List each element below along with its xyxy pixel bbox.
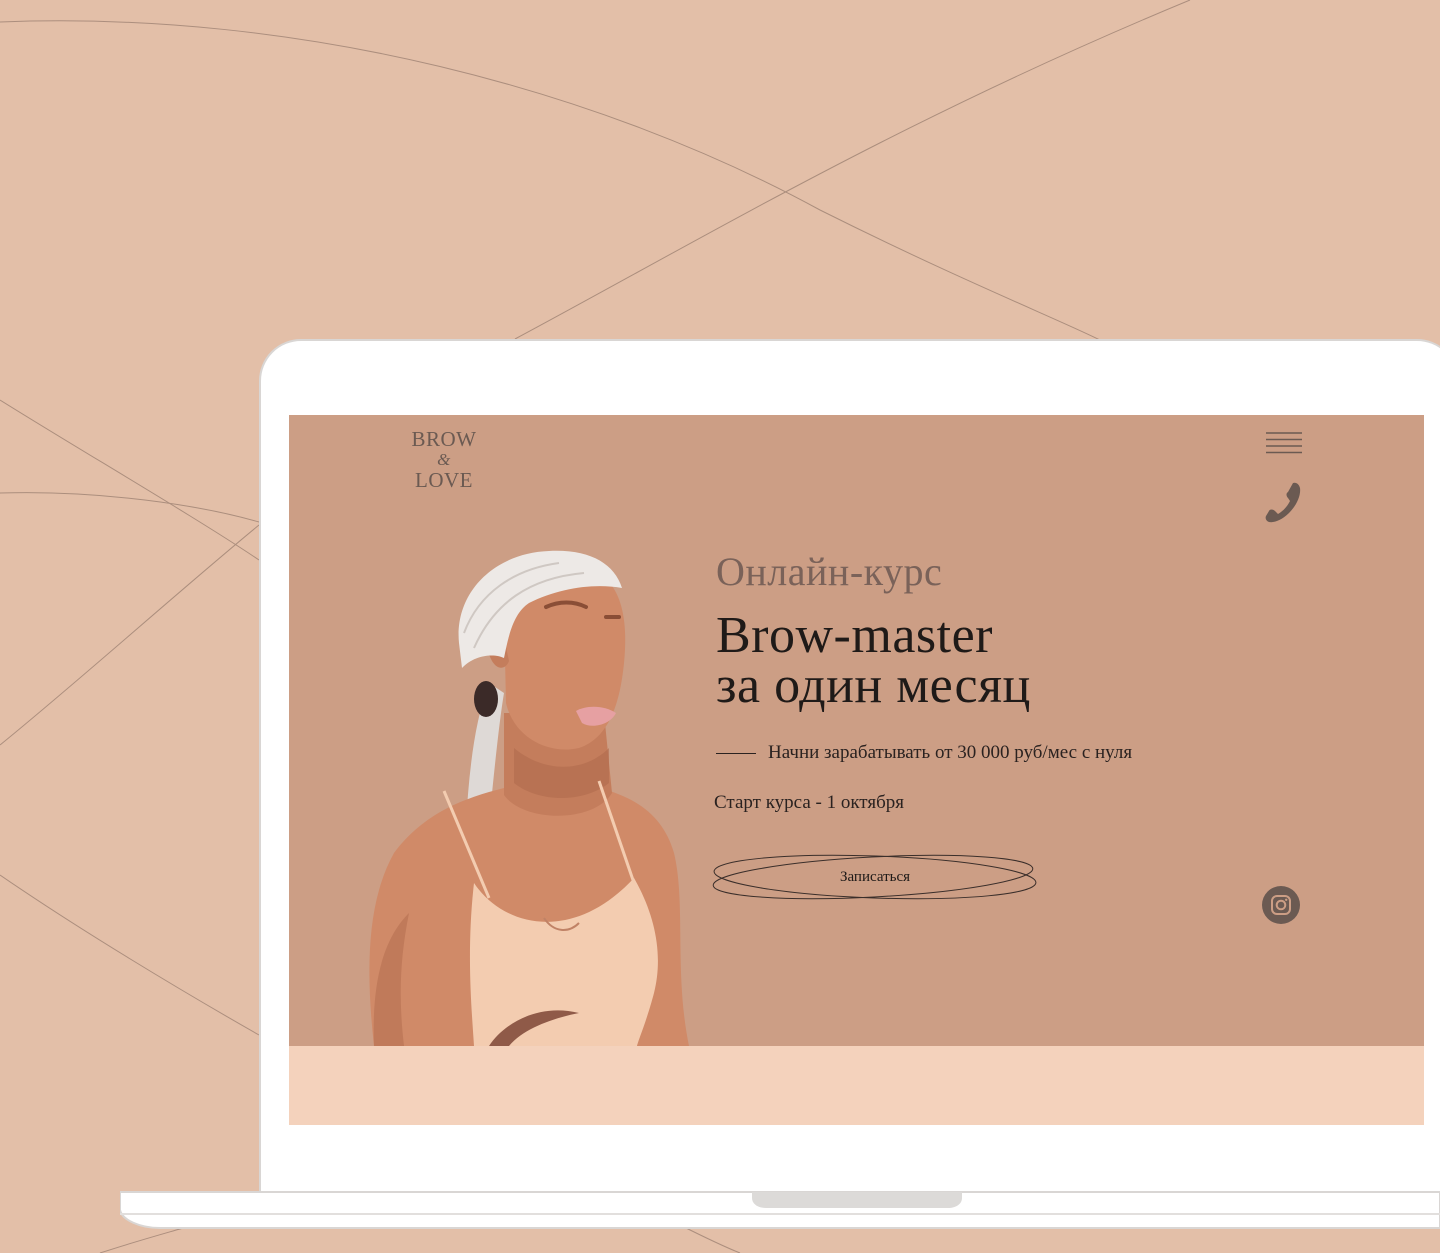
hero-headline: Brow-master за один месяц	[716, 607, 1031, 714]
logo-ampersand: &	[437, 450, 451, 469]
next-section-peek	[289, 1046, 1424, 1125]
tagline-dash	[716, 752, 756, 754]
tagline-text: Начни зарабатывать от 30 000 руб/мес с н…	[768, 742, 1133, 763]
course-kicker: Онлайн-курс	[716, 549, 943, 594]
logo-line-2: LOVE	[415, 468, 473, 492]
hamburger-menu-icon[interactable]	[1266, 432, 1302, 454]
woman-illustration	[369, 550, 689, 1046]
phone-icon[interactable]	[1263, 481, 1303, 525]
hero-tagline: Начни зарабатывать от 30 000 руб/мес с н…	[716, 742, 1132, 764]
signup-button[interactable]: Записаться	[712, 848, 1038, 906]
course-start-date: Старт курса - 1 октября	[714, 792, 905, 813]
headline-line-2: за один месяц	[716, 657, 1031, 714]
laptop-base	[120, 1191, 1440, 1229]
logo-line-1: BROW	[411, 427, 477, 451]
headline-line-1: Brow-master	[716, 607, 993, 664]
brand-logo[interactable]: BROW & LOVE	[399, 429, 489, 491]
instagram-icon[interactable]	[1261, 885, 1301, 925]
website-screen: BROW & LOVE Онлайн-курс Brow-master за о…	[289, 415, 1424, 1125]
signup-button-label: Записаться	[839, 869, 911, 885]
hero-section: BROW & LOVE Онлайн-курс Brow-master за о…	[289, 415, 1424, 1046]
